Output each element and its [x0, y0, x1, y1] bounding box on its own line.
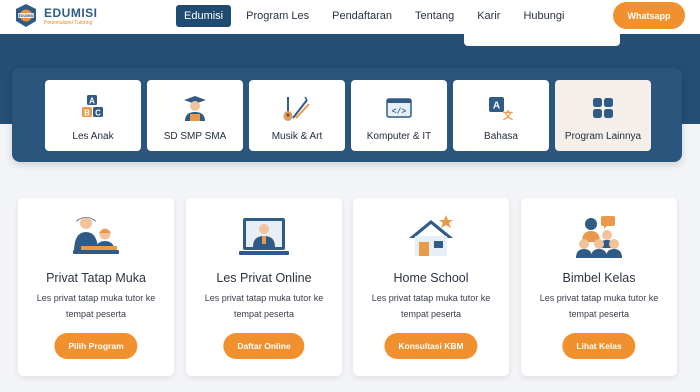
- category-program-lainnya[interactable]: Program Lainnya: [555, 80, 651, 151]
- category-label: Les Anak: [72, 131, 114, 142]
- service-card-bimbel-kelas: Bimbel Kelas Les privat tatap muka tutor…: [521, 198, 677, 376]
- grid-icon: [593, 98, 613, 118]
- service-card-les-privat-online: Les Privat Online Les privat tatap muka …: [186, 198, 342, 376]
- whatsapp-button[interactable]: Whatsapp: [613, 2, 685, 29]
- service-title: Home School: [393, 271, 469, 285]
- brand-tagline: Personalized Tutoring: [44, 19, 93, 26]
- daftar-online-button[interactable]: Daftar Online: [223, 333, 305, 359]
- brand-logo[interactable]: EDUMISI EDUMISI Personalized Tutoring: [12, 3, 98, 29]
- svg-text:文: 文: [503, 109, 514, 122]
- nav-item-edumisi[interactable]: Edumisi: [176, 5, 232, 27]
- brand-name: EDUMISI: [44, 5, 98, 20]
- category-les-anak[interactable]: A B C Les Anak: [45, 80, 141, 151]
- category-label: Musik & Art: [271, 131, 323, 142]
- nav-item-pendaftaran[interactable]: Pendaftaran: [324, 5, 400, 27]
- guitar-brush-icon: [283, 96, 310, 121]
- nav-item-tentang[interactable]: Tentang: [407, 5, 462, 27]
- category-musik-art[interactable]: Musik & Art: [249, 80, 345, 151]
- svg-text:A: A: [89, 97, 95, 106]
- konsultasi-kbm-button[interactable]: Konsultasi KBM: [384, 333, 478, 359]
- tutor-student-icon: [73, 217, 119, 254]
- group-class-icon: [576, 216, 622, 258]
- abc-blocks-icon: A B C: [82, 95, 103, 118]
- nav-item-program-les[interactable]: Program Les: [238, 5, 317, 27]
- student-icon: [184, 96, 206, 121]
- service-description: Les privat tatap muka tutor ke tempat pe…: [36, 293, 156, 319]
- code-window-icon: </>: [386, 98, 412, 118]
- service-description: Les privat tatap muka tutor ke tempat pe…: [371, 293, 491, 319]
- translate-icon: A 文: [489, 97, 514, 122]
- service-title: Bimbel Kelas: [562, 271, 636, 285]
- pilih-program-button[interactable]: Pilih Program: [54, 333, 138, 359]
- online-tutor-icon: [239, 218, 289, 255]
- svg-text:EDUMISI: EDUMISI: [19, 14, 34, 18]
- category-label: SD SMP SMA: [163, 131, 227, 142]
- hero-card-edge: [464, 34, 620, 46]
- category-sd-smp-sma[interactable]: SD SMP SMA: [147, 80, 243, 151]
- nav-item-karir[interactable]: Karir: [469, 5, 508, 27]
- category-label: Bahasa: [484, 131, 518, 142]
- site-header: EDUMISI EDUMISI Personalized Tutoring Ed…: [0, 0, 700, 34]
- category-komputer-it[interactable]: </> Komputer & IT: [351, 80, 447, 151]
- svg-text:C: C: [95, 109, 101, 118]
- category-bahasa[interactable]: A 文 Bahasa: [453, 80, 549, 151]
- service-title: Privat Tatap Muka: [46, 271, 146, 285]
- nav-item-hubungi[interactable]: Hubungi: [515, 5, 572, 27]
- svg-text:</>: </>: [392, 108, 407, 117]
- service-card-home-school: Home School Les privat tatap muka tutor …: [353, 198, 509, 376]
- category-label: Komputer & IT: [366, 131, 432, 142]
- svg-text:A: A: [493, 101, 500, 112]
- svg-text:B: B: [84, 109, 90, 118]
- service-description: Les privat tatap muka tutor ke tempat pe…: [539, 293, 659, 319]
- service-description: Les privat tatap muka tutor ke tempat pe…: [204, 293, 324, 319]
- category-panel: A B C Les Anak SD SMP SMA Musik & Art </…: [12, 68, 682, 162]
- logo-icon: EDUMISI: [16, 4, 36, 27]
- lihat-kelas-button[interactable]: Lihat Kelas: [562, 333, 636, 359]
- service-card-privat-tatap-muka: Privat Tatap Muka Les privat tatap muka …: [18, 198, 174, 376]
- service-title: Les Privat Online: [216, 271, 312, 285]
- main-nav: Edumisi Program Les Pendaftaran Tentang …: [176, 5, 579, 27]
- category-label: Program Lainnya: [564, 131, 642, 142]
- home-school-icon: [409, 215, 453, 256]
